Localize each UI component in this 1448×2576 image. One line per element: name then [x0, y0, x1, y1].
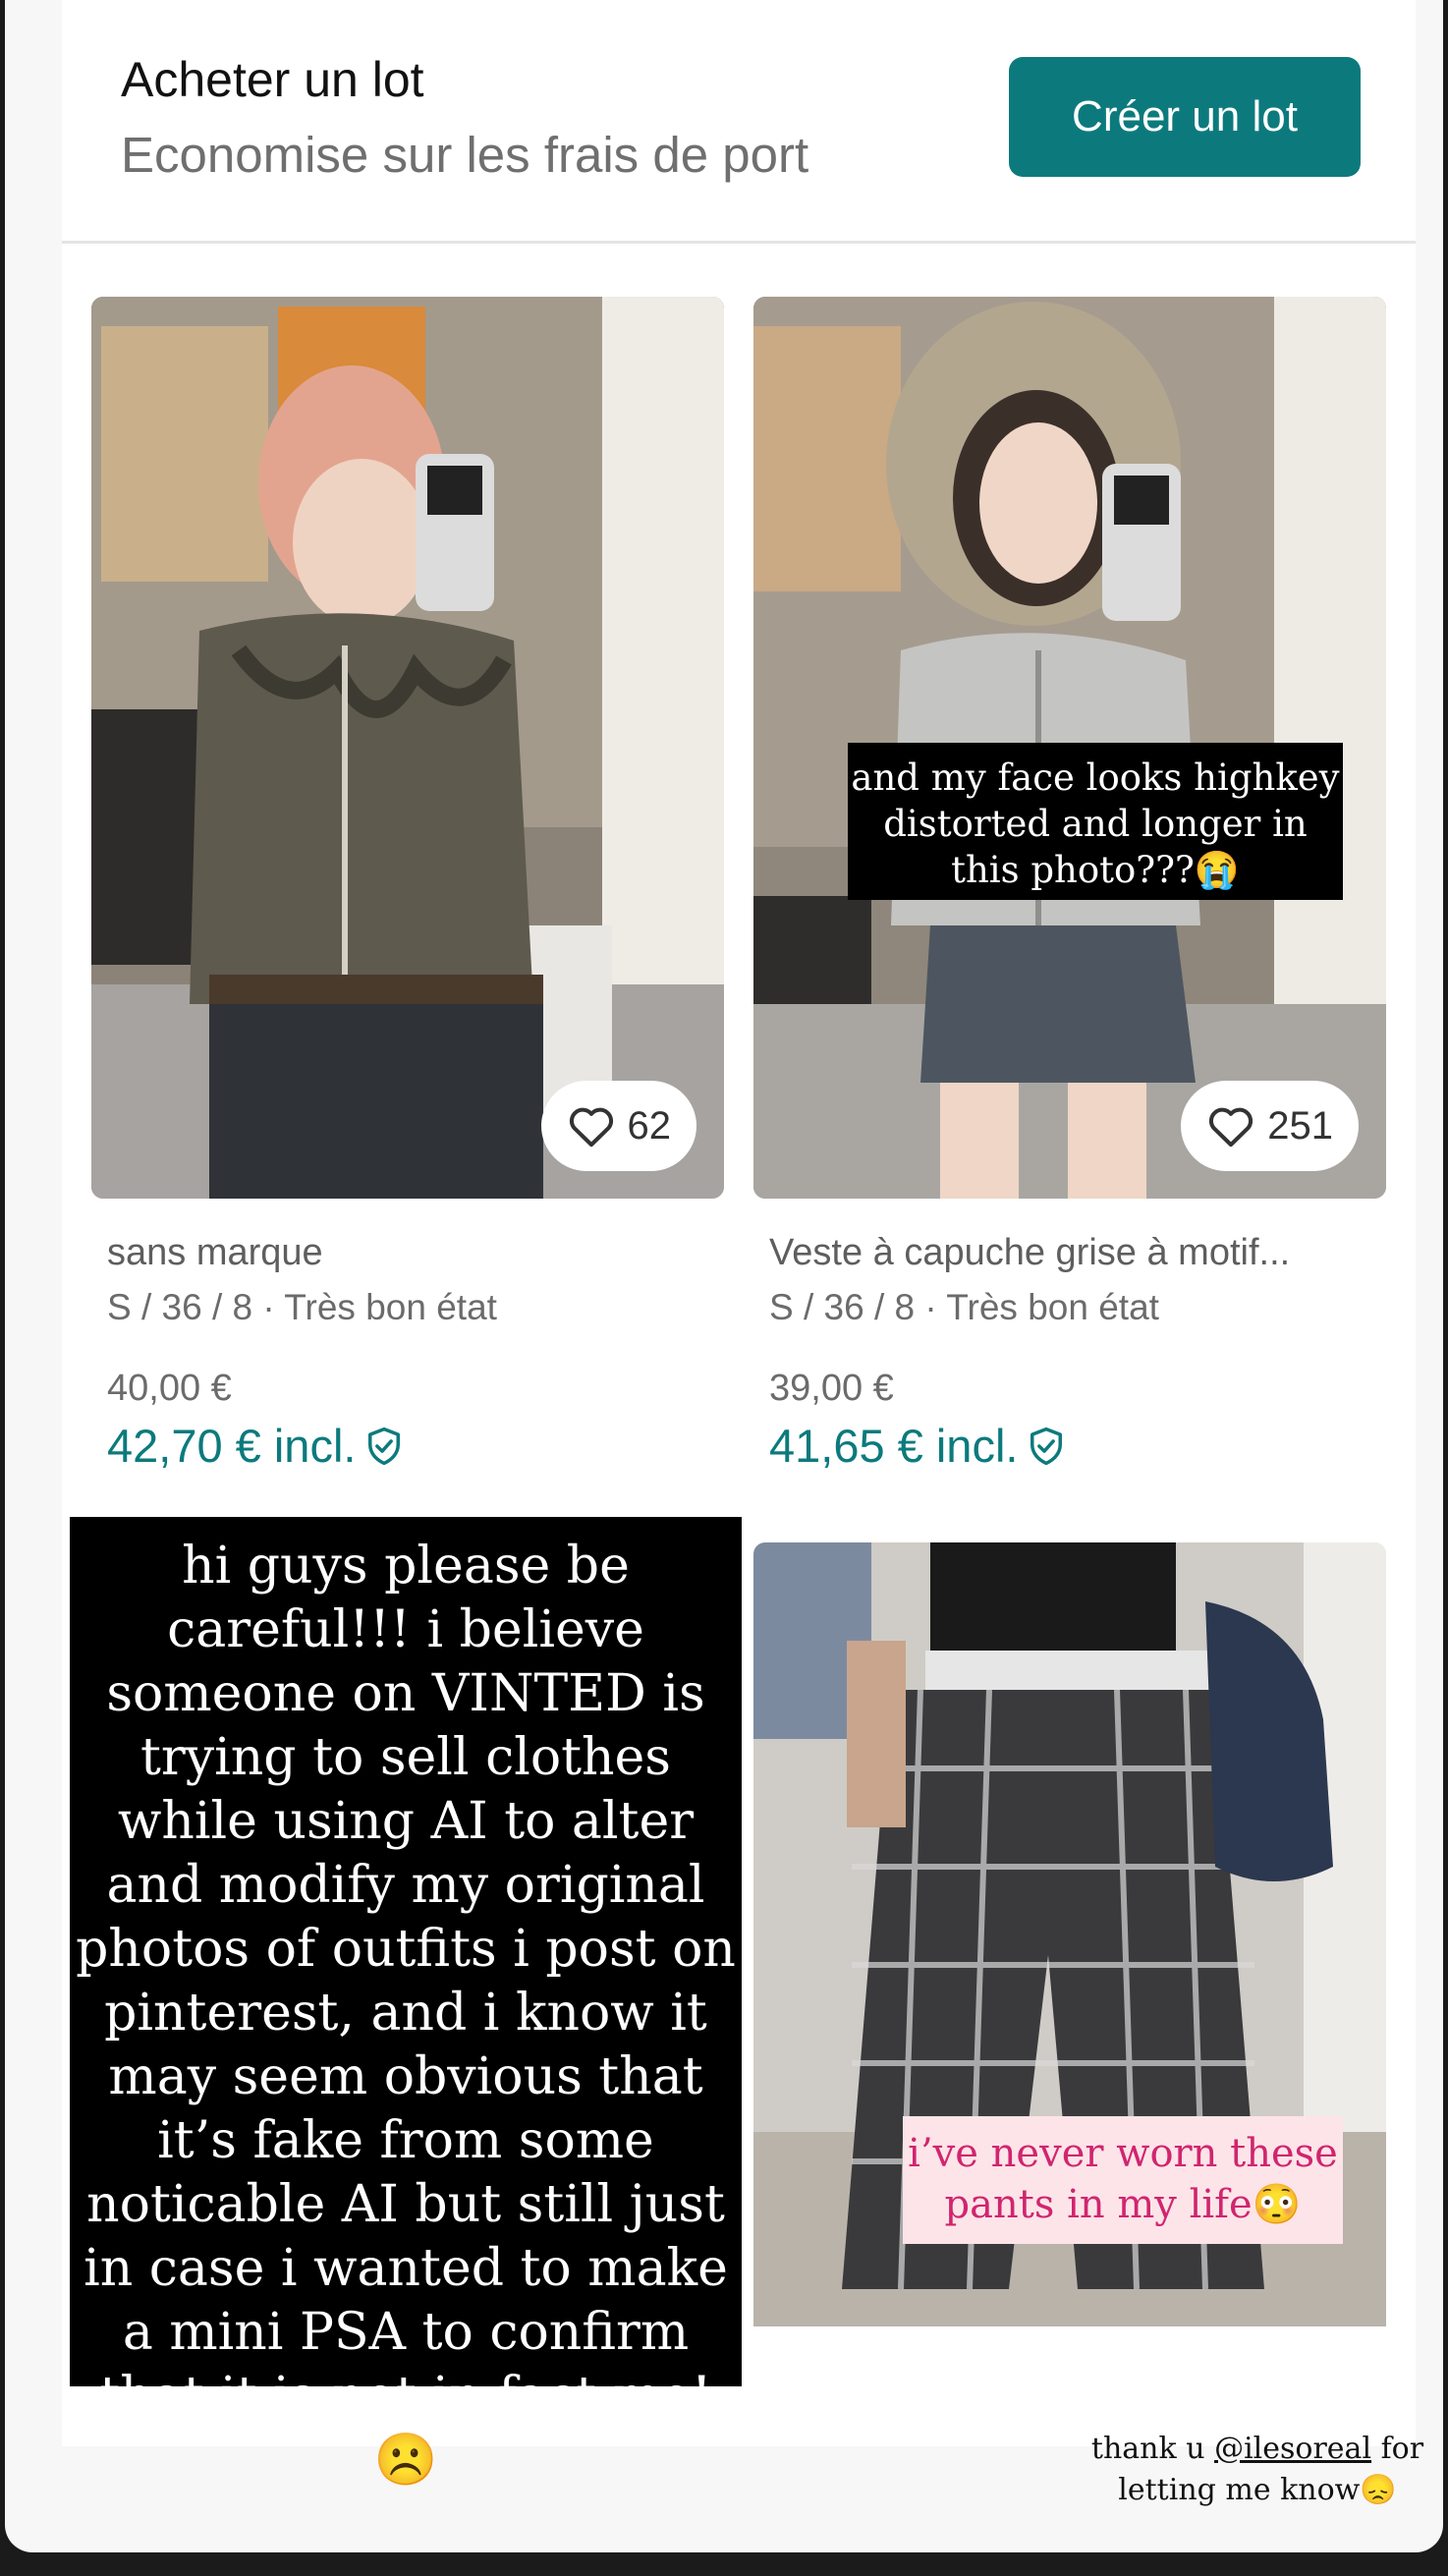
price-incl-label-1: 42,70 € incl.: [107, 1420, 357, 1472]
heart-outline-icon: [569, 1107, 613, 1148]
story-caption-pants: i’ve never worn these pants in my life😳: [903, 2116, 1343, 2244]
create-bundle-button[interactable]: Créer un lot: [1009, 57, 1361, 177]
item-price-incl-1[interactable]: 42,70 € incl.: [107, 1419, 403, 1473]
mention-handle[interactable]: @ilesoreal: [1214, 2432, 1371, 2466]
story-caption-psa: hi guys please be careful!!! i believe s…: [70, 1517, 742, 2490]
thanks-prefix: thank u: [1090, 2432, 1215, 2466]
story-caption-face: and my face looks highkey distorted and …: [848, 743, 1343, 900]
like-count-1: 62: [627, 1103, 672, 1148]
bundle-title: Acheter un lot: [121, 52, 424, 107]
item-price-1: 40,00 €: [107, 1368, 232, 1409]
item-meta-1: S / 36 / 8 · Très bon état: [107, 1287, 497, 1327]
like-count-2: 251: [1267, 1103, 1333, 1148]
item-photo-1[interactable]: 62: [91, 297, 724, 1199]
item-brand-1[interactable]: sans marque: [107, 1232, 323, 1274]
like-button-1[interactable]: 62: [540, 1081, 696, 1171]
heart-outline-icon: [1209, 1107, 1253, 1148]
item-meta-2: S / 36 / 8 · Très bon état: [769, 1287, 1159, 1327]
app-screen: Acheter un lot Economise sur les frais d…: [5, 0, 1443, 2552]
item-price-2: 39,00 €: [769, 1368, 894, 1409]
shield-check-icon: [368, 1427, 401, 1465]
item-price-incl-2[interactable]: 41,65 € incl.: [769, 1419, 1065, 1473]
bundle-subtitle: Economise sur les frais de port: [121, 127, 809, 183]
story-caption-thanks: thank u @ilesoreal for letting me know😞: [1066, 2429, 1443, 2511]
like-button-2[interactable]: 251: [1181, 1081, 1359, 1171]
price-incl-label-2: 41,65 € incl.: [769, 1420, 1019, 1472]
listing-panel: Acheter un lot Economise sur les frais d…: [62, 0, 1416, 2490]
shield-check-icon: [1030, 1427, 1063, 1465]
item-brand-2[interactable]: Veste à capuche grise à motif...: [769, 1232, 1290, 1274]
divider: [62, 241, 1416, 244]
